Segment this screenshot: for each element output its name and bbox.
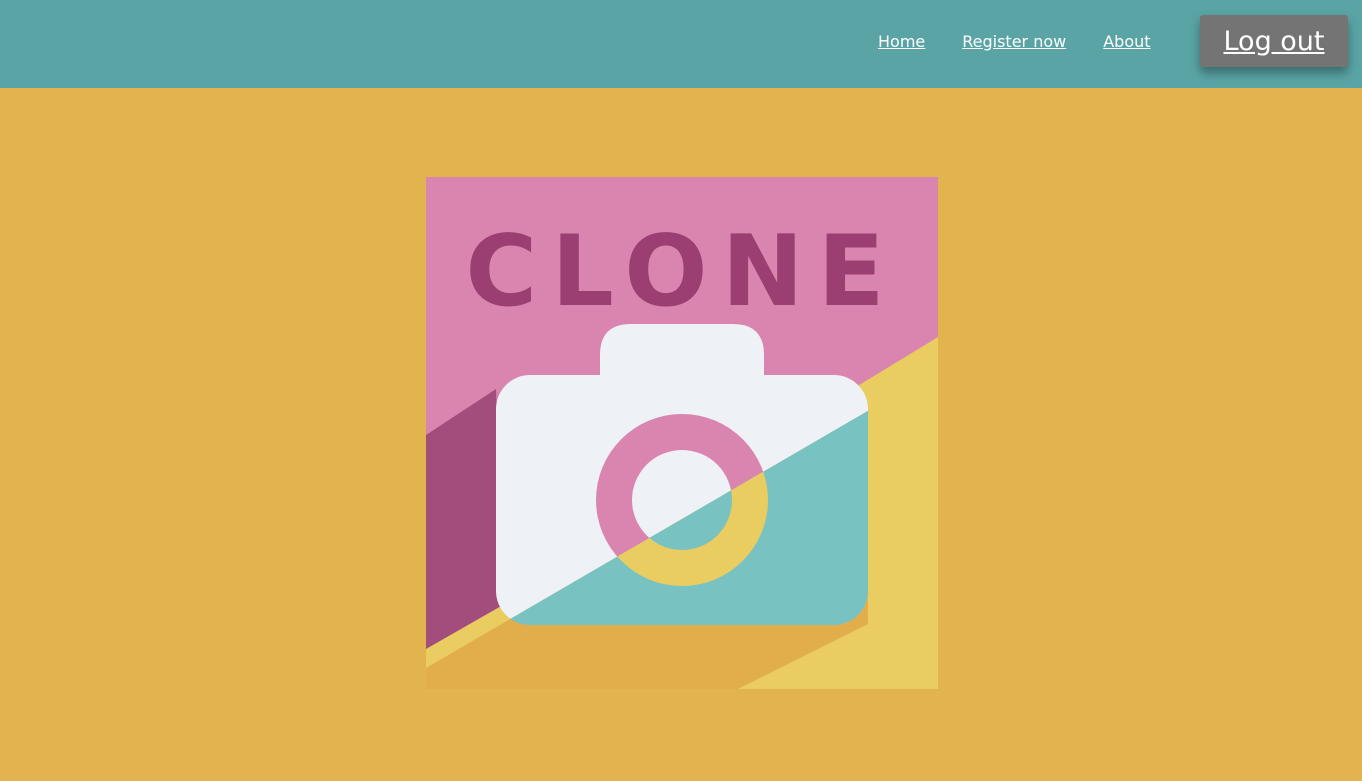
logo-graphic: CLONE <box>426 177 938 689</box>
main-nav: Home Register now About <box>878 30 1151 52</box>
clone-logo: CLONE <box>426 177 938 689</box>
logo-text: CLONE <box>465 215 898 329</box>
nav-link-home[interactable]: Home <box>878 32 925 51</box>
top-navbar: Home Register now About Log out <box>0 0 1362 88</box>
nav-link-register[interactable]: Register now <box>962 32 1066 51</box>
logo-shadow-purple <box>426 389 503 649</box>
logout-button[interactable]: Log out <box>1200 15 1348 67</box>
nav-link-about[interactable]: About <box>1103 32 1150 51</box>
